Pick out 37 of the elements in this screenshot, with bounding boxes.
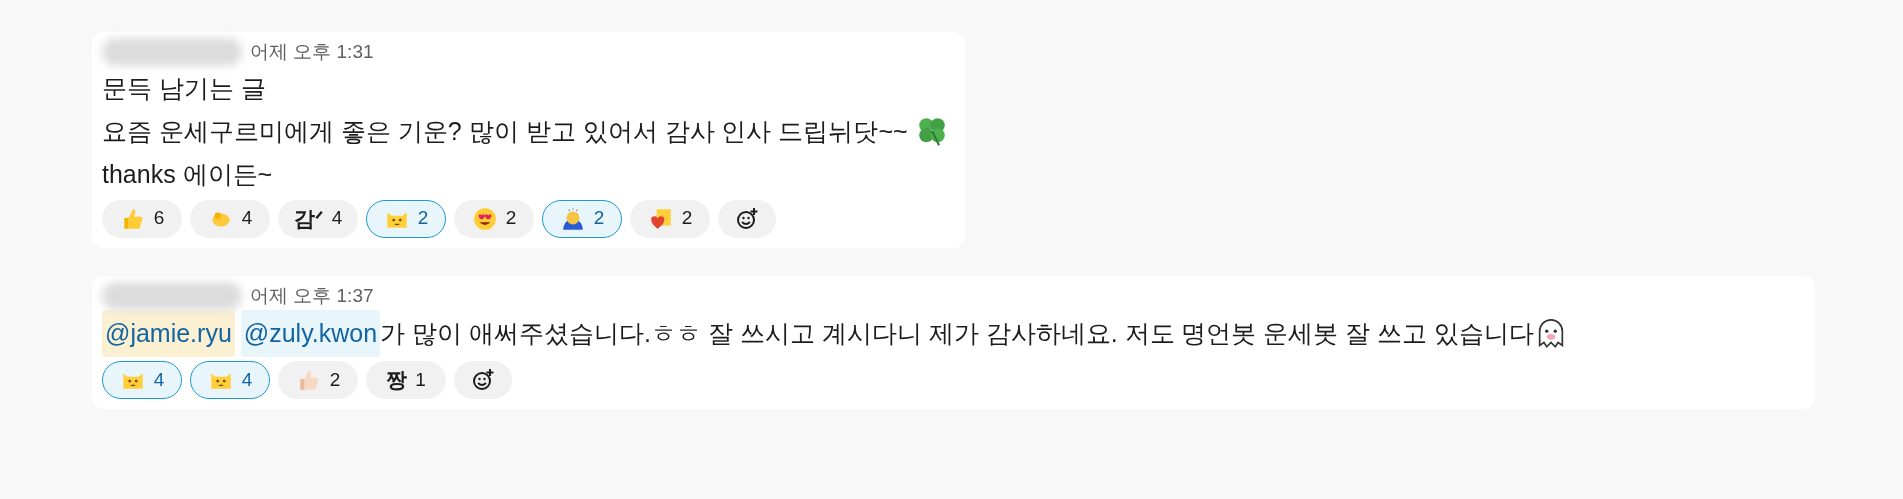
reaction-button[interactable]: 4	[190, 361, 270, 399]
emoji-label: 감ᐟ	[293, 205, 324, 232]
reaction-button[interactable]: 2	[278, 361, 358, 399]
message-text: 요즘 운세구르미에게 좋은 기운? 많이 받고 있어서 감사 인사 드립뉘닷~~	[102, 115, 909, 147]
message-text: 가 많이 애써주셨습니다.ㅎㅎ 잘 쓰시고 계시다니 제가 감사하네요. 저도 명언봇 운세봇 잘 쓰고 있습니다	[380, 318, 1535, 349]
add-reaction-button[interactable]	[454, 361, 512, 399]
reaction-button[interactable]: 2	[366, 199, 446, 238]
timestamp: 어제 오후 1:31	[250, 40, 374, 64]
user-mention[interactable]: @jamie.ryu	[102, 310, 235, 357]
add-emoji-icon	[471, 368, 495, 392]
reaction-count: 4	[331, 206, 343, 231]
message-text: 문득 남기는 글	[102, 72, 266, 104]
reaction-count: 2	[681, 206, 693, 231]
reaction-button[interactable]: 2	[630, 199, 710, 238]
heart-eyes-icon	[471, 205, 498, 232]
reaction-count: 4	[153, 367, 165, 392]
timestamp: 어제 오후 1:37	[250, 283, 374, 308]
add-reaction-button[interactable]	[718, 199, 776, 238]
user-mention[interactable]: @zuly.kwon	[240, 310, 381, 357]
reaction-button[interactable]: 감ᐟ 4	[278, 199, 358, 238]
reaction-count: 2	[505, 206, 517, 231]
reaction-button[interactable]: 짱 1	[366, 361, 446, 399]
reaction-count: 6	[153, 206, 165, 231]
reaction-button[interactable]: 6	[102, 199, 182, 238]
reaction-count: 2	[593, 206, 605, 231]
reaction-count: 1	[415, 367, 426, 392]
reaction-button[interactable]: 4	[102, 361, 182, 399]
message-text: thanks 에이든~	[102, 158, 273, 190]
reaction-button[interactable]: 2	[454, 199, 534, 238]
reaction-count: 4	[241, 367, 253, 392]
reaction-count: 4	[241, 206, 253, 231]
add-emoji-icon	[735, 206, 759, 231]
emoji-label: 짱	[386, 367, 408, 394]
reaction-count: 2	[329, 367, 341, 392]
reaction-count: 2	[417, 206, 429, 231]
reaction-button[interactable]: 4	[190, 199, 270, 238]
reaction-button[interactable]: 2	[542, 199, 622, 238]
